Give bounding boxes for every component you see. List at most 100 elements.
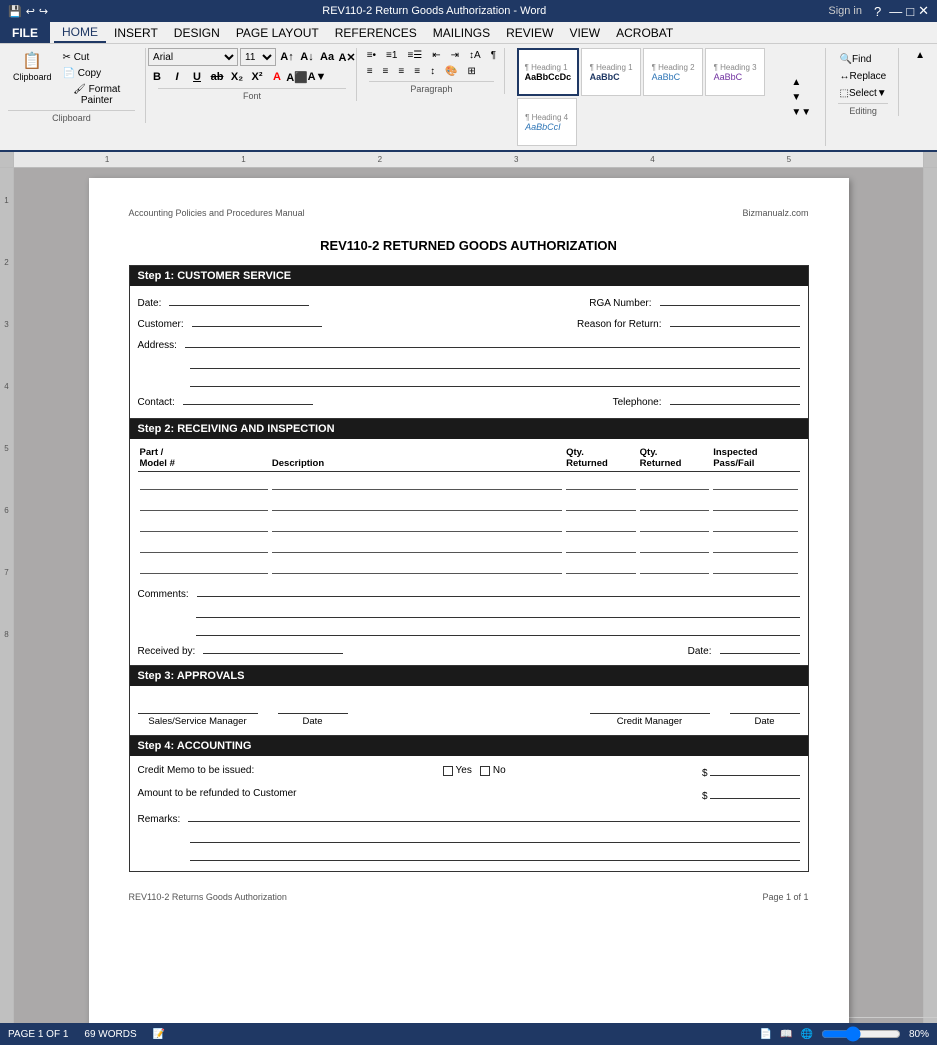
qty-ret2-field-2[interactable] xyxy=(640,499,710,511)
insp-field-3[interactable] xyxy=(713,520,797,532)
grow-font-btn[interactable]: A↑ xyxy=(278,48,296,66)
desc-field-3[interactable] xyxy=(272,520,562,532)
style-heading1[interactable]: ¶ Heading 1 AaBbC xyxy=(581,48,641,96)
redo-icon[interactable]: ↪ xyxy=(39,5,48,18)
help-btn[interactable]: ? xyxy=(874,4,881,19)
address-field[interactable] xyxy=(185,334,800,348)
insp-field-2[interactable] xyxy=(713,499,797,511)
credit-manager-line[interactable] xyxy=(590,694,710,714)
line-spacing-btn[interactable]: ↕ xyxy=(426,64,439,79)
style-heading3[interactable]: ¶ Heading 3 AaBbC xyxy=(705,48,765,96)
customer-field[interactable] xyxy=(192,313,322,327)
qty-ret-field-3[interactable] xyxy=(566,520,636,532)
desc-field-5[interactable] xyxy=(272,562,562,574)
cut-button[interactable]: ✂ Cut xyxy=(59,50,135,65)
qty-ret2-field-5[interactable] xyxy=(640,562,710,574)
yes-checkbox[interactable] xyxy=(443,766,453,776)
rga-field[interactable] xyxy=(660,292,800,306)
underline-btn[interactable]: U xyxy=(188,68,206,86)
copy-button[interactable]: 📄 Copy xyxy=(59,66,135,81)
collapse-ribbon-btn[interactable]: ▲ xyxy=(911,48,929,63)
borders-btn[interactable]: ⊞ xyxy=(464,64,480,79)
page-layout-menu[interactable]: PAGE LAYOUT xyxy=(228,22,327,43)
amount-dollar-line[interactable] xyxy=(710,785,800,799)
sort-btn[interactable]: ↕A xyxy=(465,48,485,63)
qty-ret-field-5[interactable] xyxy=(566,562,636,574)
reason-field[interactable] xyxy=(670,313,800,327)
shading2-btn[interactable]: 🎨 xyxy=(441,64,461,79)
style-normal[interactable]: ¶ Heading 1 AaBbCcDc xyxy=(517,48,580,96)
file-menu[interactable]: FILE xyxy=(0,22,50,43)
paste-button[interactable]: 📋 Clipboard xyxy=(8,48,57,85)
mailings-menu[interactable]: MAILINGS xyxy=(425,22,498,43)
telephone-field[interactable] xyxy=(670,391,800,405)
insp-field-5[interactable] xyxy=(713,562,797,574)
desc-field-2[interactable] xyxy=(272,499,562,511)
change-case-btn[interactable]: Aa xyxy=(318,48,336,66)
format-painter-button[interactable]: 🖌 Format Painter xyxy=(59,82,135,108)
insp-field-4[interactable] xyxy=(713,541,797,553)
align-right-btn[interactable]: ≡ xyxy=(394,64,408,79)
view-menu[interactable]: VIEW xyxy=(561,22,608,43)
styles-more[interactable]: ▼▼ xyxy=(787,105,815,120)
font-size-select[interactable]: 11 xyxy=(240,48,276,66)
step2-date-field[interactable] xyxy=(720,640,800,654)
qty-ret-field-4[interactable] xyxy=(566,541,636,553)
read-view-icon[interactable]: 📖 xyxy=(780,1029,792,1040)
sales-manager-line[interactable] xyxy=(138,694,258,714)
style-heading4[interactable]: ¶ Heading 4 AaBbCcI xyxy=(517,98,577,146)
desc-field-1[interactable] xyxy=(272,478,562,490)
part-field-3[interactable] xyxy=(140,520,268,532)
sign-in[interactable]: Sign in xyxy=(820,5,870,17)
qty-ret2-field-1[interactable] xyxy=(640,478,710,490)
right-scrollbar[interactable] xyxy=(923,168,937,1023)
align-center-btn[interactable]: ≡ xyxy=(379,64,393,79)
bullets-btn[interactable]: ≡• xyxy=(363,48,380,63)
subscript-btn[interactable]: X₂ xyxy=(228,68,246,86)
approval-date1-line[interactable] xyxy=(278,694,348,714)
decrease-indent-btn[interactable]: ⇤ xyxy=(428,48,444,63)
save-icon[interactable]: 💾 xyxy=(8,5,22,18)
undo-icon[interactable]: ↩ xyxy=(26,5,35,18)
close-btn[interactable]: ✕ xyxy=(918,3,929,19)
layout-view-icon[interactable]: 📄 xyxy=(760,1029,772,1040)
style-heading2[interactable]: ¶ Heading 2 AaBbC xyxy=(643,48,703,96)
proofing-icon[interactable]: 📝 xyxy=(153,1029,165,1040)
multilevel-btn[interactable]: ≡☰ xyxy=(403,48,426,63)
acrobat-menu[interactable]: ACROBAT xyxy=(608,22,681,43)
document-scroll-area[interactable]: Accounting Policies and Procedures Manua… xyxy=(14,168,923,1023)
superscript-btn[interactable]: X² xyxy=(248,68,266,86)
insert-menu[interactable]: INSERT xyxy=(106,22,166,43)
references-menu[interactable]: REFERENCES xyxy=(327,22,425,43)
font-family-select[interactable]: Arial xyxy=(148,48,238,66)
design-menu[interactable]: DESIGN xyxy=(166,22,228,43)
increase-indent-btn[interactable]: ⇥ xyxy=(447,48,463,63)
desc-field-4[interactable] xyxy=(272,541,562,553)
shading-btn[interactable]: A▼ xyxy=(308,68,326,86)
find-button[interactable]: 🔍 Find xyxy=(836,52,891,67)
styles-scroll-down[interactable]: ▼ xyxy=(787,90,815,105)
credit-dollar-line[interactable] xyxy=(710,762,800,776)
qty-ret-field-1[interactable] xyxy=(566,478,636,490)
numbering-btn[interactable]: ≡1 xyxy=(382,48,401,63)
italic-btn[interactable]: I xyxy=(168,68,186,86)
no-checkbox[interactable] xyxy=(480,766,490,776)
clear-format-btn[interactable]: A✕ xyxy=(338,48,356,66)
comments-field[interactable] xyxy=(197,583,800,597)
address-field2[interactable] xyxy=(190,355,800,369)
insp-field-1[interactable] xyxy=(713,478,797,490)
remarks-field[interactable] xyxy=(188,808,799,822)
part-field-2[interactable] xyxy=(140,499,268,511)
review-menu[interactable]: REVIEW xyxy=(498,22,561,43)
qty-ret-field-2[interactable] xyxy=(566,499,636,511)
justify-btn[interactable]: ≡ xyxy=(410,64,424,79)
strikethrough-btn[interactable]: ab xyxy=(208,68,226,86)
align-left-btn[interactable]: ≡ xyxy=(363,64,377,79)
shrink-font-btn[interactable]: A↓ xyxy=(298,48,316,66)
bold-btn[interactable]: B xyxy=(148,68,166,86)
contact-field[interactable] xyxy=(183,391,313,405)
address-field3[interactable] xyxy=(190,373,800,387)
comments-field2[interactable] xyxy=(196,604,800,618)
select-button[interactable]: ⬚ Select ▼ xyxy=(836,86,891,101)
home-menu[interactable]: HOME xyxy=(54,22,106,43)
